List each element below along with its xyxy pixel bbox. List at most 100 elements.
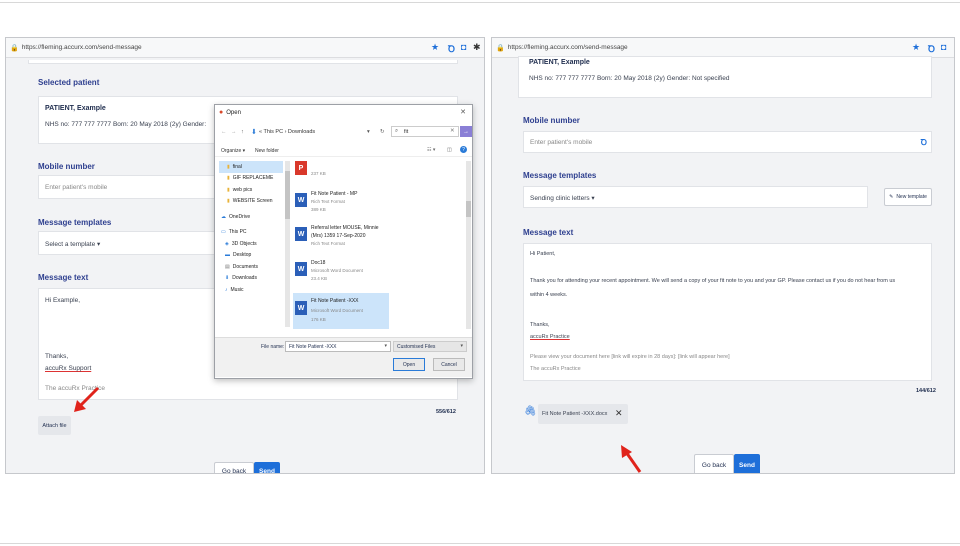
attachment-chip[interactable]: Fit Note Patient -XXX.docx ✕ [538,404,628,424]
file-size: 389 KB [311,207,326,212]
search-clear-icon[interactable]: ✕ [450,128,455,134]
go-back-button[interactable]: Go back [694,454,734,473]
accurx-extension-icon[interactable]: Ꝺ [448,42,455,55]
address-bar[interactable]: 🔒 https://fleming.accurx.com/send-messag… [492,38,954,58]
right-screenshot: 🔒 https://fleming.accurx.com/send-messag… [491,37,955,474]
mobile-heading: Mobile number [38,162,95,171]
file-name-label: File name: [261,344,285,350]
message-thanks: Thanks, [45,353,69,360]
tree-item-downloads[interactable]: ⬇ Downloads [219,273,283,285]
file-list-scroll-thumb[interactable] [466,201,471,217]
pin-icon[interactable]: ✱ [473,42,481,53]
patient-details: NHS no: 777 777 7777 Born: 20 May 2018 (… [529,75,730,82]
send-button[interactable]: Send [734,454,760,473]
message-signature: accuRx Practice [530,334,570,340]
file-name: Fit Note Patient -XXX [311,298,359,304]
tree-item-documents[interactable]: ▤ Documents [219,261,283,273]
path-dropdown-icon[interactable]: ▾ [367,129,370,135]
pdf-icon: P [295,161,307,175]
open-button[interactable]: Open [393,358,425,371]
file-item-fit-note-xxx[interactable]: W Fit Note Patient -XXX Microsoft Word D… [293,293,389,329]
extension-icon[interactable]: ◘ [461,42,466,52]
tree-item-gif[interactable]: ▮ GIF REPLACEME [219,173,283,185]
send-button[interactable]: Send [254,462,280,473]
file-name-input[interactable]: Fit Note Patient -XXX ▾ [285,341,391,352]
file-size: 237 KB [311,171,326,176]
star-icon[interactable]: ★ [912,42,920,53]
file-type: Microsoft Word Document [311,308,363,313]
mobile-placeholder: Enter patient's mobile [45,184,108,191]
remove-attachment-icon[interactable]: ✕ [615,408,623,419]
tree-item-web-pics[interactable]: ▮ web pics [219,184,283,196]
file-item-referral-letter[interactable]: W Referral letter MOUSE, Minnie (Mrs) 13… [293,223,453,253]
dialog-path[interactable]: « This PC › Downloads [259,129,315,135]
search-go-button[interactable]: → [460,126,472,137]
bottom-divider [0,543,960,544]
top-card-edge [28,60,458,64]
tree-item-onedrive[interactable]: ☁ OneDrive [219,211,283,223]
file-item-fit-note-mp[interactable]: W Fit Note Patient - MP Rich Text Format… [293,189,453,219]
message-signature: accuRx Support [45,365,92,372]
dialog-search-input[interactable]: ⌕ fit ✕ [391,126,459,137]
accurx-icon: Ꝺ [920,138,927,147]
message-textarea[interactable]: Hi Patient, Thank you for attending your… [523,243,932,381]
back-arrow-icon[interactable]: ← [221,129,227,135]
message-practice: The accuRx Practice [530,366,581,372]
address-bar[interactable]: 🔒 https://fleming.accurx.com/send-messag… [6,38,484,58]
organize-menu[interactable]: Organize ▾ [221,148,245,154]
tree-item-website-screen[interactable]: ▮ WEBSITE Screen [219,196,283,208]
file-list-scrollbar[interactable] [466,161,471,329]
message-heading: Message text [38,273,89,282]
extension-icon[interactable]: ◘ [941,42,946,52]
mobile-input[interactable]: Enter patient's mobile Ꝺ [523,131,932,153]
filter-dropdown-icon[interactable]: ▾ [460,343,463,349]
go-back-button[interactable]: Go back [214,462,254,473]
message-body-line2: within 4 weeks. [530,292,568,298]
help-icon[interactable]: ? [460,146,467,153]
message-heading: Message text [523,228,574,237]
file-name: Doc18 [311,260,326,266]
file-list: P 237 KB W Fit Note Patient - MP Rich Te… [283,161,466,329]
accurx-extension-icon[interactable]: Ꝺ [928,42,935,55]
word-icon: W [295,193,307,207]
file-type: Microsoft Word Document [311,268,363,273]
word-icon: W [295,262,307,276]
forward-arrow-icon[interactable]: → [231,129,237,135]
new-template-button[interactable]: ✎ New template [884,188,932,206]
search-value: fit [404,129,409,135]
annotation-arrow-right [621,445,642,473]
tree-item-3d-objects[interactable]: ◈ 3D Objects [219,238,283,250]
view-options-icon[interactable]: ☷ ▾ [427,147,435,153]
chrome-icon: ● [219,109,224,116]
close-icon[interactable]: ✕ [460,108,466,116]
tree-item-this-pc[interactable]: ▭ This PC [219,227,283,239]
edit-icon: ✎ [889,194,894,200]
tree-item-final[interactable]: ▮ final [219,161,283,173]
dialog-footer: File name: Fit Note Patient -XXX ▾ Custo… [215,337,472,377]
message-link-line: Please view your document here [link wil… [530,354,730,360]
file-name: Referral letter MOUSE, Minnie [311,225,379,231]
up-arrow-icon[interactable]: ↑ [241,129,244,135]
file-name-dropdown-icon[interactable]: ▾ [384,343,387,349]
mobile-heading: Mobile number [523,116,580,125]
template-select[interactable]: Sending clinic letters ▾ [523,186,868,208]
tree-item-music[interactable]: ♪ Music [219,284,283,296]
file-item-doc18[interactable]: W Doc18 Microsoft Word Document 23.4 KB [293,258,453,288]
file-open-dialog: ● Open ✕ ← → ↑ ⬇ « This PC › Downloads ▾… [214,104,473,379]
attach-file-button[interactable]: Attach file [38,416,71,435]
file-type: Rich Text Format [311,199,345,204]
template-select-value: Sending clinic letters ▾ [530,195,595,202]
message-greeting: Hi Example, [45,297,81,304]
cancel-button[interactable]: Cancel [433,358,465,371]
preview-pane-icon[interactable]: ◫ [447,147,452,153]
refresh-icon[interactable]: ↻ [380,129,385,135]
templates-heading: Message templates [38,218,112,227]
new-folder-button[interactable]: New folder [255,148,279,154]
file-item-pdf[interactable]: P 237 KB [293,161,453,191]
mobile-placeholder: Enter patient's mobile [530,139,593,146]
star-icon[interactable]: ★ [431,42,439,53]
templates-heading: Message templates [523,171,597,180]
file-name-line2: (Mrs) 1359 17-Sep-2020 [311,233,366,239]
tree-item-desktop[interactable]: ▬ Desktop [219,250,283,262]
file-type-filter[interactable]: Customised Files ▾ [393,341,467,352]
